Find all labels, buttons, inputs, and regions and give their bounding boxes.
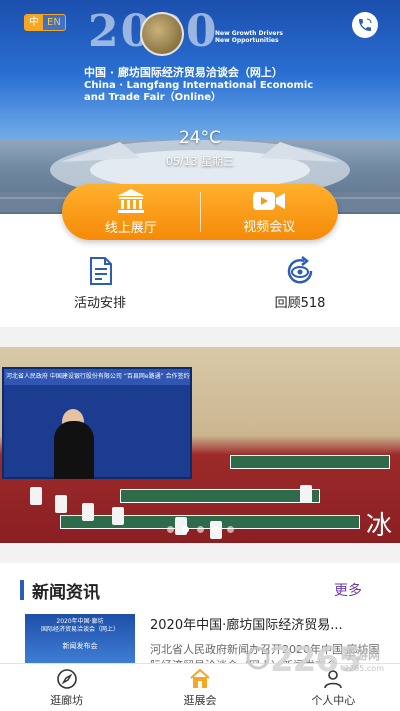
online-hall-button[interactable]: 线上展厅 bbox=[62, 184, 200, 240]
museum-icon bbox=[116, 189, 145, 213]
hero-banner: 中 EN 2020 New Growth Drivers New Opportu… bbox=[0, 0, 400, 214]
date-weekday: 05/13 星期三 bbox=[165, 155, 235, 168]
fair-title-cn: 中国 · 廊坊国际经济贸易洽谈会（网上） bbox=[84, 66, 283, 79]
tagline-line-2: New Opportunities bbox=[215, 37, 279, 44]
carousel-dot[interactable] bbox=[211, 526, 219, 533]
screen-caption: 河北省人民政府 中国建设银行股份有限公司 “百县网e路通” 合作签约仪式 bbox=[4, 369, 190, 385]
section-accent-bar bbox=[20, 580, 24, 600]
news-item-title: 2020年中国·廊坊国际经济贸易... bbox=[150, 618, 343, 633]
watermark-logo-icon bbox=[246, 646, 270, 670]
speaker-figure bbox=[54, 421, 94, 479]
carousel-indicators bbox=[0, 526, 400, 533]
chair bbox=[300, 485, 312, 503]
online-hall-label: 线上展厅 bbox=[104, 221, 157, 236]
news-section-header: 新闻资讯 更多 bbox=[0, 576, 400, 606]
news-carousel[interactable]: 河北省人民政府 中国建设银行股份有限公司 “百县网e路通” 合作签约仪式 冰 bbox=[0, 347, 400, 543]
compass-icon bbox=[56, 669, 77, 689]
carousel-dot[interactable] bbox=[226, 526, 234, 533]
tagline-line-1: New Growth Drivers bbox=[215, 30, 284, 37]
video-meeting-label: 视频会议 bbox=[243, 220, 296, 235]
banner-video-screen: 河北省人民政府 中国建设银行股份有限公司 “百县网e路通” 合作签约仪式 bbox=[2, 367, 192, 479]
carousel-dot[interactable] bbox=[166, 526, 174, 533]
review-label: 回顾518 bbox=[274, 296, 326, 311]
logo-tagline: New Growth Drivers New Opportunities bbox=[215, 30, 283, 44]
thumb-line: 2020年中国·廊坊 bbox=[56, 618, 104, 625]
conference-table bbox=[120, 489, 320, 503]
chair bbox=[112, 507, 124, 525]
chair bbox=[82, 503, 94, 521]
section-spacer bbox=[0, 327, 400, 347]
quick-links: 活动安排 回顾518 bbox=[0, 256, 400, 311]
video-camera-icon bbox=[253, 192, 286, 210]
primary-action-bar: 线上展厅 视频会议 bbox=[62, 184, 338, 240]
tab-explore-langfang[interactable]: 逛廊坊 bbox=[0, 664, 133, 711]
watermark-name: 手游网 bbox=[344, 648, 381, 662]
phone-button[interactable] bbox=[352, 12, 378, 38]
video-meeting-button[interactable]: 视频会议 bbox=[201, 184, 339, 240]
thumb-line: 新闻发布会 bbox=[62, 642, 98, 650]
tab-label: 逛展会 bbox=[183, 694, 217, 707]
tab-label: 个人中心 bbox=[311, 694, 356, 707]
review-eye-icon bbox=[287, 256, 313, 284]
section-spacer bbox=[0, 543, 400, 563]
globe-logo-icon bbox=[140, 12, 184, 56]
home-icon bbox=[190, 668, 210, 688]
conference-table bbox=[230, 455, 390, 469]
tab-label: 逛廊坊 bbox=[50, 694, 84, 707]
schedule-document-icon bbox=[90, 257, 112, 285]
schedule-link[interactable]: 活动安排 bbox=[0, 256, 200, 311]
carousel-dot-active[interactable] bbox=[181, 526, 189, 533]
watermark-url: 2265.com bbox=[344, 664, 384, 673]
temperature: 24°C bbox=[178, 128, 221, 148]
carousel-dot[interactable] bbox=[196, 526, 204, 533]
phone-icon bbox=[359, 18, 372, 31]
site-watermark: 2265 手游网 2265.com bbox=[246, 636, 396, 692]
thumb-line: 国际经济贸易洽谈会（网上） bbox=[40, 626, 119, 633]
fair-title-en: China · Langfang International Economic … bbox=[84, 80, 314, 103]
news-thumbnail: 2020年中国·廊坊 国际经济贸易洽谈会（网上） 新闻发布会 bbox=[25, 614, 135, 664]
banner-stamp: 冰 bbox=[365, 511, 392, 541]
language-switch[interactable]: 中 EN bbox=[24, 14, 66, 31]
app-screen: 中 EN 2020 New Growth Drivers New Opportu… bbox=[0, 0, 400, 711]
chair bbox=[30, 487, 42, 505]
news-more-link[interactable]: 更多 bbox=[334, 580, 362, 600]
lang-zh-option[interactable]: 中 bbox=[25, 15, 43, 30]
schedule-label: 活动安排 bbox=[73, 296, 126, 311]
lang-en-option[interactable]: EN bbox=[43, 15, 65, 30]
review-link[interactable]: 回顾518 bbox=[200, 256, 400, 311]
news-section-title: 新闻资讯 bbox=[32, 583, 100, 603]
chair bbox=[55, 495, 67, 513]
